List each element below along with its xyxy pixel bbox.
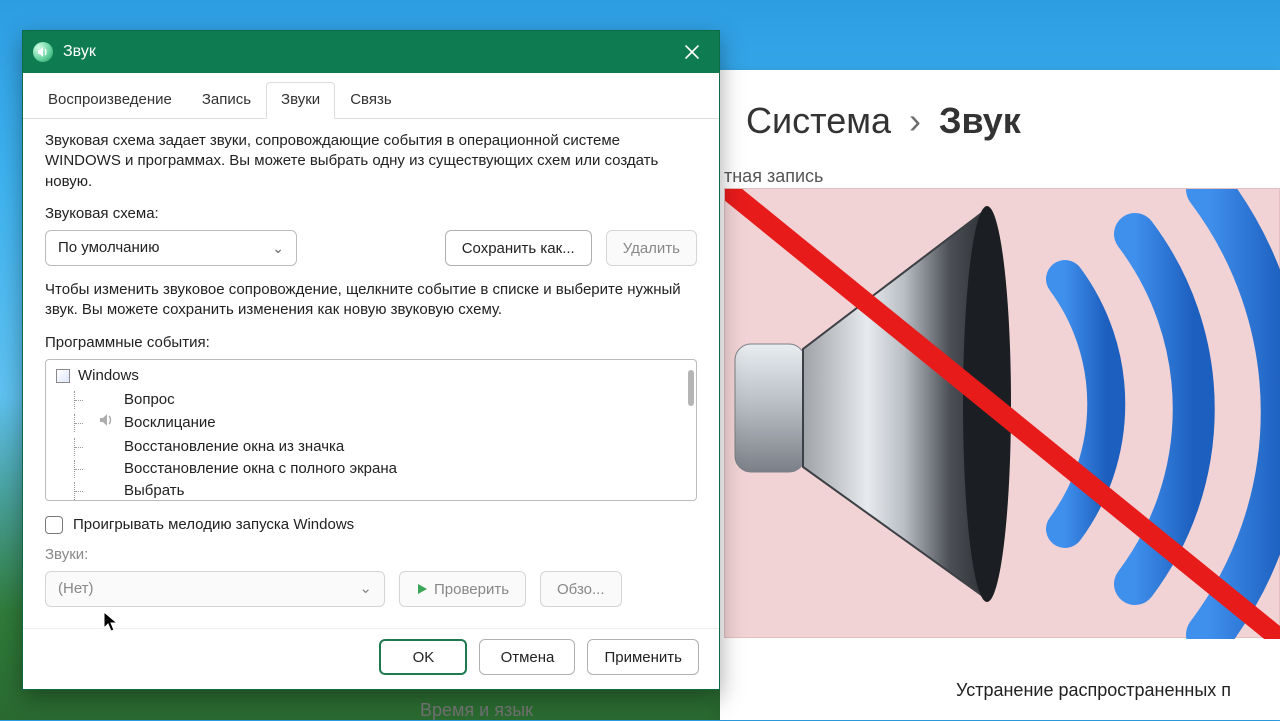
sounds-label: Звуки: [45, 545, 697, 565]
tree-item[interactable]: Восстановление окна из значка [74, 437, 692, 457]
startup-sound-checkbox[interactable]: Проигрывать мелодию запуска Windows [45, 515, 697, 535]
breadcrumb-root[interactable]: Система [746, 100, 891, 142]
close-button[interactable] [671, 31, 713, 73]
tree-item[interactable]: Выбрать [74, 481, 692, 501]
speaker-icon [33, 42, 53, 62]
tree-item-label: Выбрать [124, 481, 184, 501]
window-title: Звук [63, 43, 96, 61]
tab-communications[interactable]: Связь [335, 82, 406, 119]
tree-item[interactable]: Восстановление окна с полного экрана [74, 459, 692, 479]
scheme-label: Звуковая схема: [45, 204, 697, 224]
cancel-button[interactable]: Отмена [479, 639, 575, 675]
tree-item[interactable]: Вопрос [74, 390, 692, 410]
list-scrollbar[interactable] [688, 370, 694, 406]
breadcrumb: Система › Звук [746, 100, 1270, 142]
tab-body-sounds: Звуковая схема задает звуки, сопровождаю… [23, 119, 719, 628]
scheme-value: По умолчанию [58, 238, 159, 258]
program-events-list[interactable]: Windows Вопрос Восклицание Восстановление … [45, 359, 697, 501]
tree-item-label: Восклицание [124, 413, 216, 433]
events-label: Программные события: [45, 333, 697, 353]
close-icon [684, 44, 700, 60]
sound-file-select: (Нет) ⌄ [45, 571, 385, 607]
scheme-description: Звуковая схема задает звуки, сопровождаю… [45, 131, 697, 192]
tree-item-label: Восстановление окна из значка [124, 437, 344, 457]
chevron-down-icon: ⌄ [359, 579, 372, 599]
tab-playback[interactable]: Воспроизведение [33, 82, 187, 119]
startup-sound-label: Проигрывать мелодию запуска Windows [73, 515, 354, 535]
windows-icon [56, 369, 70, 383]
breadcrumb-leaf: Звук [939, 100, 1021, 142]
account-label-fragment: тная запись [720, 166, 823, 187]
delete-button: Удалить [606, 230, 697, 266]
scheme-select[interactable]: По умолчанию ⌄ [45, 230, 297, 266]
tree-item[interactable]: Восклицание [74, 412, 692, 434]
tree-item-label: Восстановление окна с полного экрана [124, 459, 397, 479]
dialog-footer: OK Отмена Применить [23, 628, 719, 689]
troubleshoot-link[interactable]: Устранение распространенных п [956, 680, 1231, 701]
apply-button[interactable]: Применить [587, 639, 699, 675]
tree-item-label: Вопрос [124, 390, 175, 410]
tree-guide [74, 414, 88, 432]
chevron-down-icon: ⌄ [272, 239, 284, 258]
play-icon [416, 583, 428, 595]
checkbox-icon [45, 516, 63, 534]
tree-root-windows[interactable]: Windows [56, 366, 692, 386]
ok-button[interactable]: OK [379, 639, 467, 675]
events-description: Чтобы изменить звуковое сопровождение, щ… [45, 280, 697, 321]
sound-dialog: Звук Воспроизведение Запись Звуки Связь … [22, 30, 720, 690]
tree-guide [74, 460, 88, 478]
titlebar[interactable]: Звук [23, 31, 719, 73]
save-as-button[interactable]: Сохранить как... [445, 230, 592, 266]
nav-item-time-language[interactable]: Время и язык [420, 700, 533, 721]
breadcrumb-separator: › [909, 100, 921, 142]
tab-recording[interactable]: Запись [187, 82, 266, 119]
tabstrip: Воспроизведение Запись Звуки Связь [23, 73, 719, 119]
speaker-icon [98, 412, 114, 434]
test-button: Проверить [399, 571, 526, 607]
browse-button: Обзо... [540, 571, 621, 607]
tab-sounds[interactable]: Звуки [266, 82, 335, 119]
sound-file-value: (Нет) [58, 579, 94, 599]
tree-guide [74, 482, 88, 500]
tree-guide [74, 391, 88, 409]
tree-guide [74, 438, 88, 456]
muted-speaker-illustration [724, 188, 1280, 638]
